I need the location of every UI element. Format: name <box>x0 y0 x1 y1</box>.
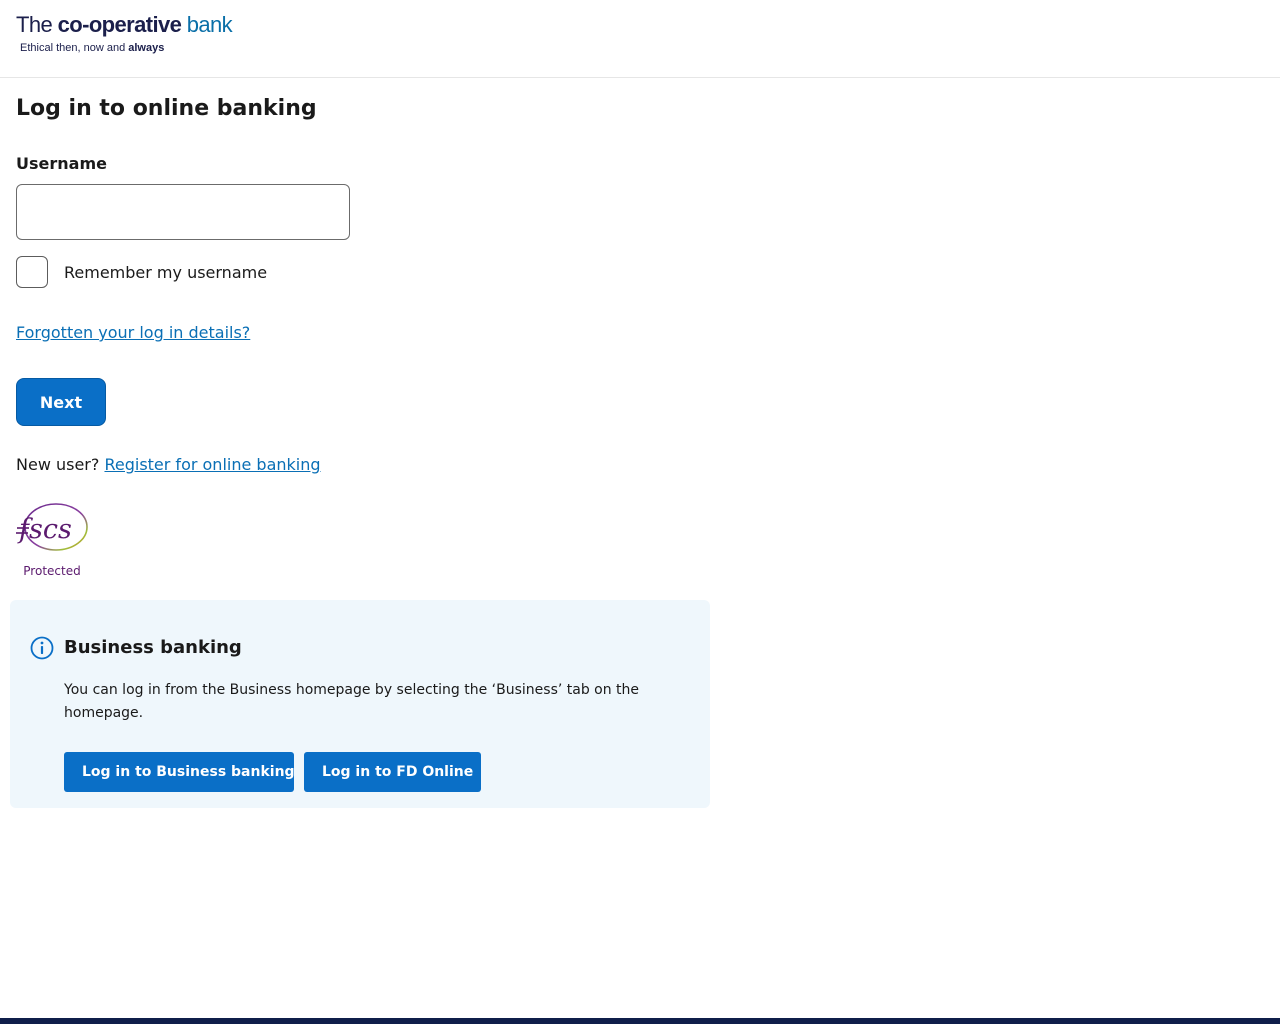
bank-logo[interactable]: The co-operative bank Ethical then, now … <box>16 12 233 54</box>
info-circle-icon <box>30 636 54 660</box>
page-title: Log in to online banking <box>16 96 317 121</box>
next-button[interactable]: Next <box>16 378 106 426</box>
fscs-protected-label: Protected <box>23 564 81 578</box>
username-input[interactable] <box>16 184 350 240</box>
remember-username-checkbox[interactable] <box>16 256 48 288</box>
logo-wordmark: The co-operative bank <box>16 12 233 37</box>
forgotten-details-link[interactable]: Forgotten your log in details? <box>16 323 250 342</box>
remember-username-row: Remember my username <box>16 256 267 288</box>
footer-bar <box>0 1018 1280 1024</box>
register-link[interactable]: Register for online banking <box>104 455 320 474</box>
site-header: The co-operative bank Ethical then, now … <box>0 0 1280 78</box>
username-label: Username <box>16 154 107 173</box>
logo-tagline: Ethical then, now and always <box>20 42 165 54</box>
business-login-button[interactable]: Log in to Business banking <box>64 752 295 792</box>
fscs-logo-icon: fscs <box>16 503 88 551</box>
remember-username-label[interactable]: Remember my username <box>64 263 267 282</box>
business-banking-text: You can log in from the Business homepag… <box>64 682 640 721</box>
fscs-badge: fscs Protected <box>16 502 90 578</box>
business-banking-panel: Business banking You can log in from the… <box>10 600 710 808</box>
new-user-row: New user? Register for online banking <box>16 455 321 474</box>
svg-text:fscs: fscs <box>17 514 72 545</box>
business-banking-title: Business banking <box>64 637 242 658</box>
fd-online-login-button[interactable]: Log in to FD Online <box>304 752 481 792</box>
new-user-text: New user? <box>16 455 105 474</box>
